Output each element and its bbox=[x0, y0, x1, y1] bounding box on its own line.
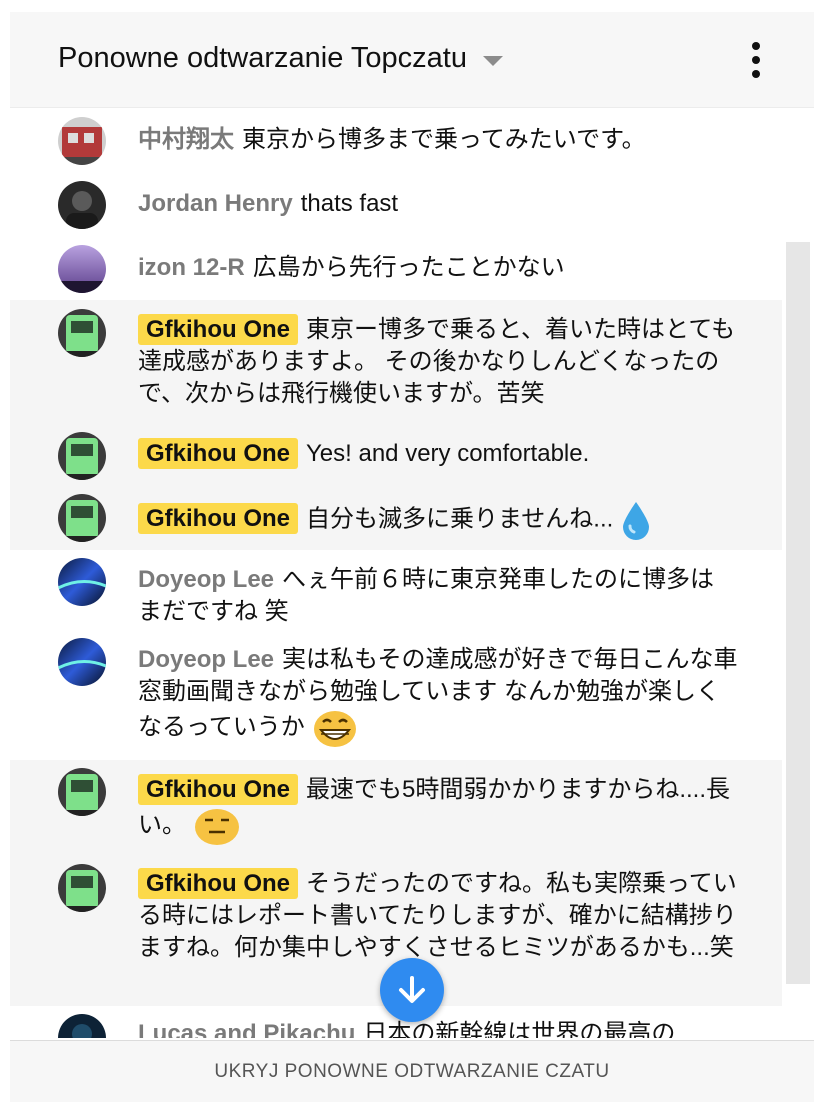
message-content: Gfkihou One 自分も滅多に乗りませんね... bbox=[138, 500, 738, 540]
message-content: Doyeop Lee へぇ午前６時に東京発車したのに博多はまだですね 笑 bbox=[138, 564, 738, 628]
avatar[interactable] bbox=[58, 864, 106, 912]
expressionless-emoji bbox=[194, 806, 240, 846]
avatar[interactable] bbox=[58, 494, 106, 542]
avatar[interactable] bbox=[58, 245, 106, 293]
chat-message: Gfkihou One 東京ー博多で乗ると、着いた時はとても達成感がありますよ。 … bbox=[10, 300, 782, 424]
avatar[interactable] bbox=[58, 432, 106, 480]
message-text: 自分も滅多に乗りませんね... bbox=[306, 505, 614, 533]
chat-message: Doyeop Lee へぇ午前６時に東京発車したのに博多はまだですね 笑 bbox=[10, 550, 782, 630]
owner-author-badge[interactable]: Gfkihou One bbox=[138, 868, 298, 899]
chat-header: Ponowne odtwarzanie Topczatu bbox=[10, 12, 814, 108]
arrow-down-icon bbox=[399, 976, 425, 1003]
avatar[interactable] bbox=[58, 309, 106, 357]
message-text: 東京から博多まで乗ってみたいです。 bbox=[242, 126, 646, 153]
author-name[interactable]: Jordan Henry bbox=[138, 190, 293, 217]
message-content: Doyeop Lee 実は私もその達成感が好きで毎日こんな車窓動画聞きながら勉強し… bbox=[138, 644, 738, 748]
message-content: Lucas and Pikachu 日本の新幹線は世界の最高の bbox=[138, 1018, 738, 1038]
chat-scrollbar[interactable] bbox=[786, 242, 810, 984]
hide-chat-replay-button[interactable]: UKRYJ PONOWNE ODTWARZANIE CZATU bbox=[10, 1040, 814, 1102]
avatar[interactable] bbox=[58, 181, 106, 229]
live-chat-replay-panel: Ponowne odtwarzanie Topczatu 中村翔太 東京から博多ま… bbox=[10, 12, 814, 1102]
chat-message: Gfkihou One 自分も滅多に乗りませんね... bbox=[10, 486, 782, 550]
chat-message: izon 12-R 広島から先行ったことかない bbox=[10, 236, 782, 300]
message-text: Yes! and very comfortable. bbox=[306, 440, 590, 467]
author-name[interactable]: 中村翔太 bbox=[138, 126, 234, 153]
message-content: Gfkihou One 最速でも5時間弱かかりますからね....長い。 bbox=[138, 774, 738, 846]
owner-author-badge[interactable]: Gfkihou One bbox=[138, 774, 298, 805]
message-content: Gfkihou One 東京ー博多で乗ると、着いた時はとても達成感がありますよ。 … bbox=[138, 314, 738, 410]
more-options-icon[interactable] bbox=[744, 40, 768, 80]
avatar[interactable] bbox=[58, 558, 106, 606]
chat-message: Doyeop Lee 実は私もその達成感が好きで毎日こんな車窓動画聞きながら勉強し… bbox=[10, 630, 782, 760]
avatar[interactable] bbox=[58, 117, 106, 165]
message-content: Gfkihou One そうだったのですね。私も実際乗っている時にはレポート書いて… bbox=[138, 868, 738, 964]
chat-message-list[interactable]: 中村翔太 東京から博多まで乗ってみたいです。 Jordan Henry thats … bbox=[10, 108, 782, 1038]
author-name[interactable]: Doyeop Lee bbox=[138, 566, 274, 593]
chat-message: Gfkihou One 最速でも5時間弱かかりますからね....長い。 bbox=[10, 760, 782, 854]
avatar[interactable] bbox=[58, 768, 106, 816]
owner-author-badge[interactable]: Gfkihou One bbox=[138, 438, 298, 469]
message-content: Gfkihou One Yes! and very comfortable. bbox=[138, 438, 738, 470]
message-text: 広島から先行ったことかない bbox=[252, 254, 565, 281]
caret-down-icon bbox=[482, 55, 503, 66]
message-content: izon 12-R 広島から先行ったことかない bbox=[138, 252, 738, 284]
hide-chat-replay-label: UKRYJ PONOWNE ODTWARZANIE CZATU bbox=[214, 1060, 610, 1082]
message-content: Jordan Henry thats fast bbox=[138, 188, 738, 220]
chat-title: Ponowne odtwarzanie Topczatu bbox=[58, 42, 467, 74]
avatar[interactable] bbox=[58, 638, 106, 686]
avatar[interactable] bbox=[58, 1014, 106, 1038]
message-content: 中村翔太 東京から博多まで乗ってみたいです。 bbox=[138, 124, 738, 156]
author-name[interactable]: izon 12-R bbox=[138, 254, 245, 281]
owner-author-badge[interactable]: Gfkihou One bbox=[138, 314, 298, 345]
grin-emoji bbox=[313, 708, 357, 748]
owner-author-badge[interactable]: Gfkihou One bbox=[138, 503, 298, 535]
author-name[interactable]: Lucas and Pikachu bbox=[138, 1020, 355, 1038]
droplet-icon bbox=[621, 500, 651, 540]
author-name[interactable]: Doyeop Lee bbox=[138, 646, 274, 673]
scroll-to-bottom-button[interactable] bbox=[380, 958, 444, 1022]
message-text: 日本の新幹線は世界の最高の bbox=[363, 1020, 676, 1038]
message-text: thats fast bbox=[300, 190, 399, 217]
chat-message: 中村翔太 東京から博多まで乗ってみたいです。 bbox=[10, 108, 782, 172]
chat-message: Jordan Henry thats fast bbox=[10, 172, 782, 236]
chat-message: Gfkihou One Yes! and very comfortable. bbox=[10, 424, 782, 486]
chat-mode-dropdown[interactable]: Ponowne odtwarzanie Topczatu bbox=[58, 42, 503, 75]
